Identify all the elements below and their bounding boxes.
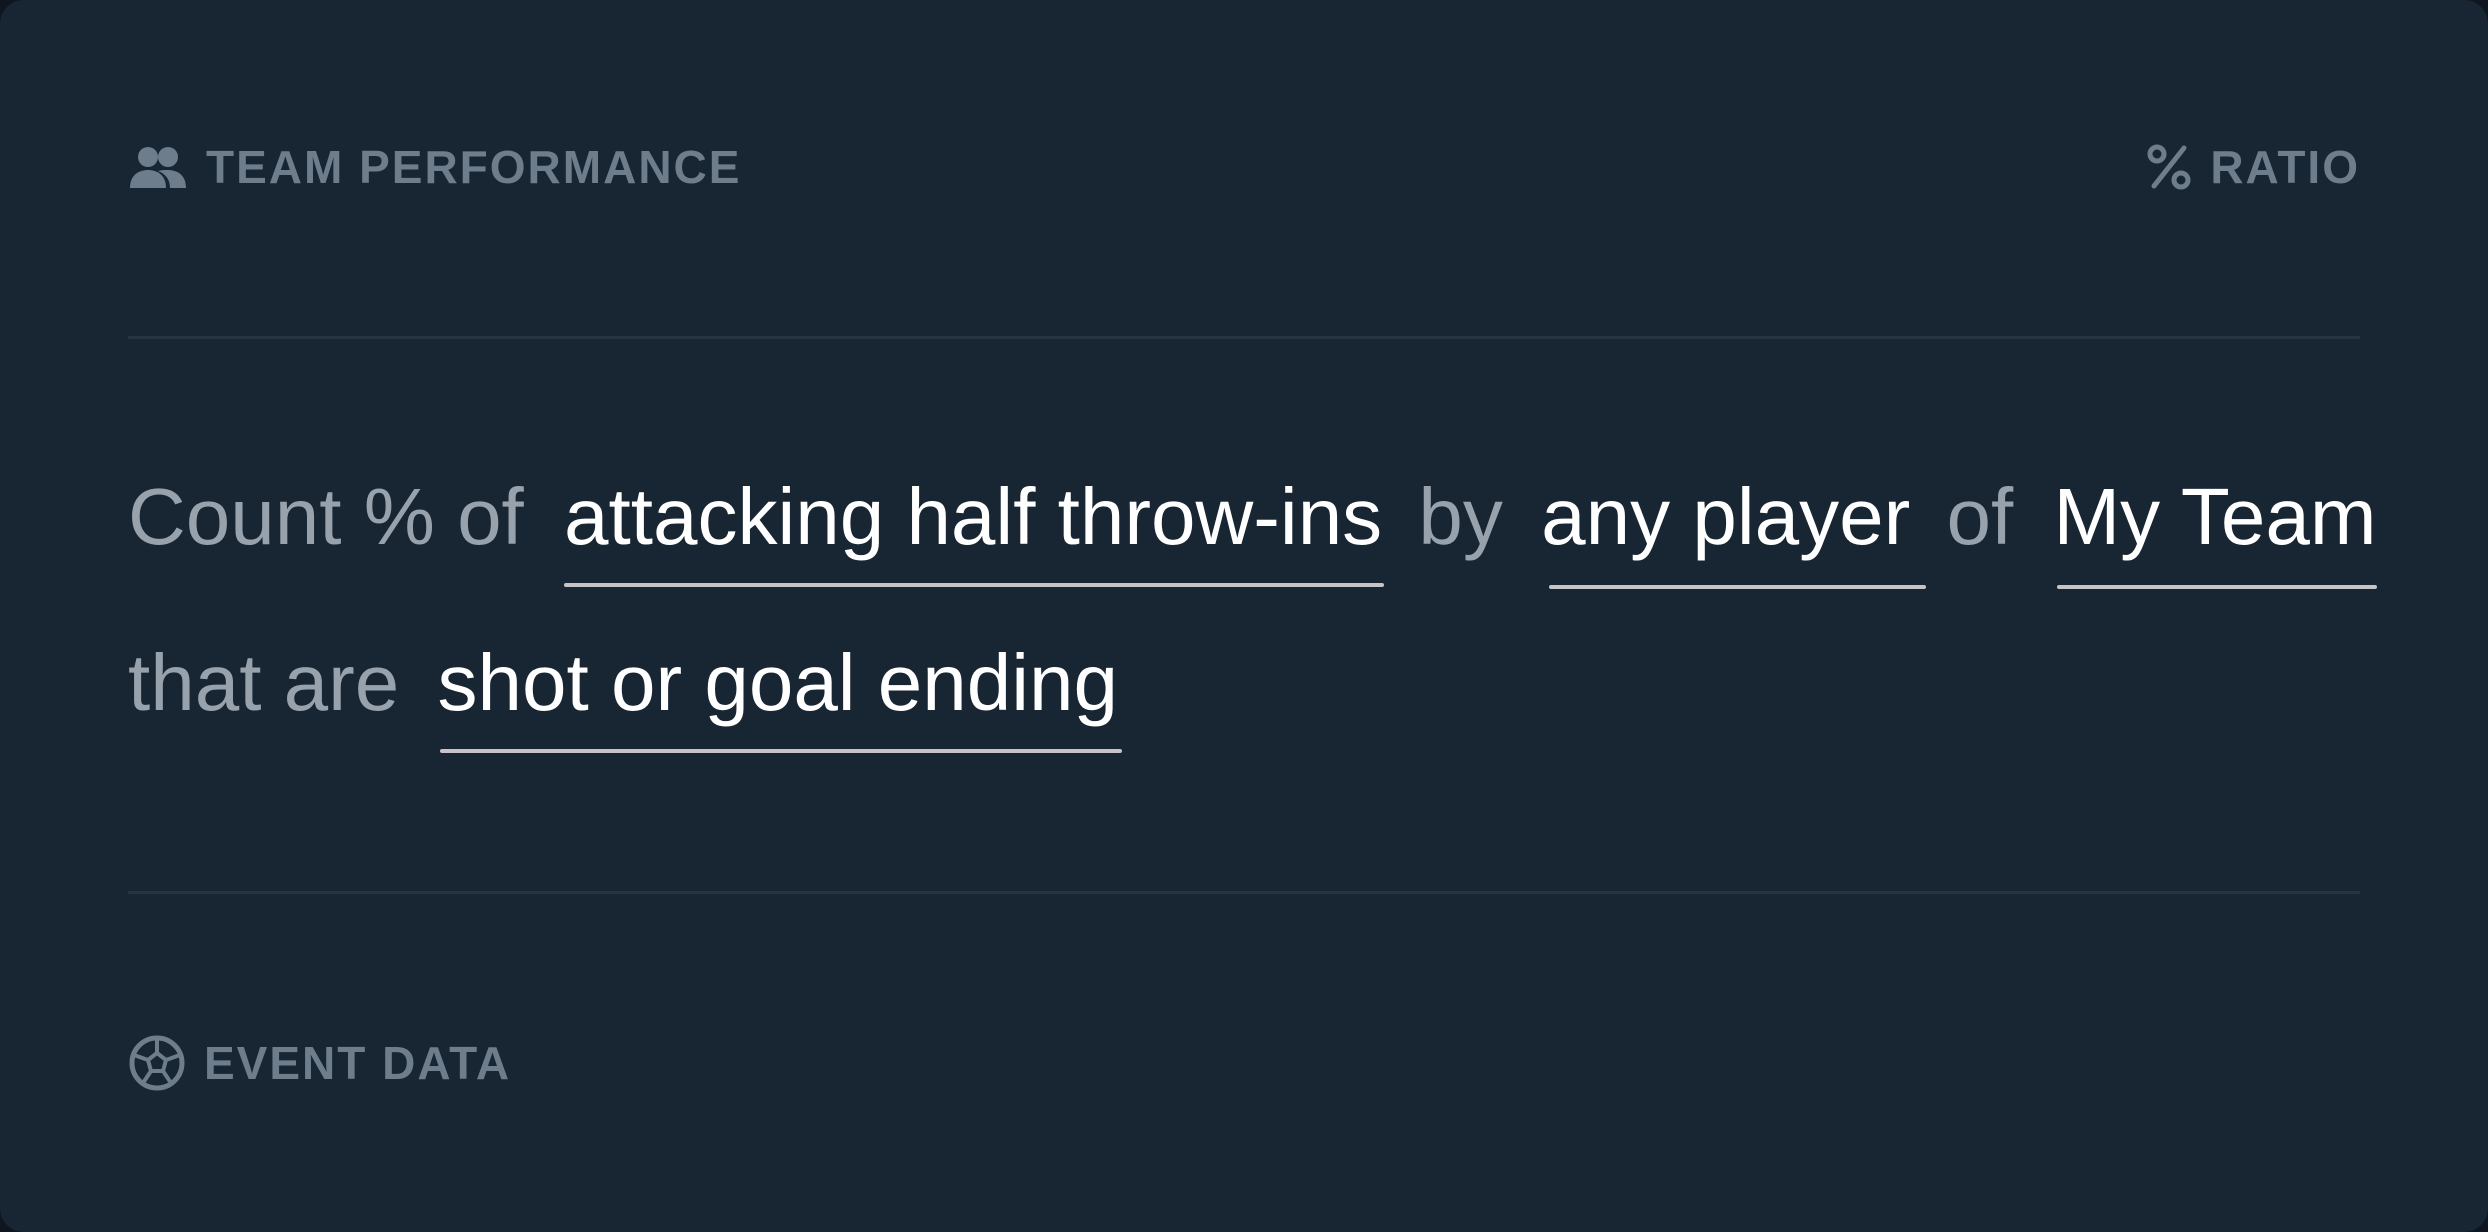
card-footer: EVENT DATA xyxy=(128,1034,511,1092)
outcome-selector[interactable]: shot or goal ending xyxy=(438,643,1123,753)
sentence-line-1: Count % of attacking half throw-ins by a… xyxy=(128,434,2377,600)
event-type-underline xyxy=(564,583,1385,587)
sentence-text-of: of xyxy=(1946,472,2014,561)
category-label-text: TEAM PERFORMANCE xyxy=(206,141,742,193)
card-header: TEAM PERFORMANCE RATIO xyxy=(128,140,2360,194)
outcome-underline xyxy=(439,749,1123,753)
category-label: TEAM PERFORMANCE xyxy=(128,140,741,194)
team-underline xyxy=(2057,585,2377,589)
player-selector[interactable]: any player xyxy=(1541,477,1927,589)
metric-type-label-text: RATIO xyxy=(2210,141,2360,193)
metric-type-label: RATIO xyxy=(2146,140,2360,194)
event-type-selector[interactable]: attacking half throw-ins xyxy=(564,477,1385,587)
query-sentence: Count % of attacking half throw-ins by a… xyxy=(128,468,2377,766)
player-value: any player xyxy=(1541,472,1911,561)
sentence-line-2: that are shot or goal ending xyxy=(128,600,2360,766)
data-source-label: EVENT DATA xyxy=(128,1034,511,1092)
event-type-value: attacking half throw-ins xyxy=(564,472,1383,561)
outcome-value: shot or goal ending xyxy=(437,638,1119,727)
sentence-text-by: by xyxy=(1418,472,1503,561)
team-value: My Team xyxy=(2053,472,2377,561)
data-source-label-text: EVENT DATA xyxy=(204,1037,512,1089)
team-selector[interactable]: My Team xyxy=(2053,477,2377,589)
query-card: TEAM PERFORMANCE RATIO Count % of attack… xyxy=(0,0,2488,1232)
divider-bottom xyxy=(128,891,2360,894)
player-underline xyxy=(1549,585,1927,589)
sentence-text-count-of: Count % of xyxy=(128,472,524,561)
soccer-ball-icon xyxy=(128,1034,186,1092)
people-icon xyxy=(128,144,188,190)
divider-top xyxy=(128,336,2360,339)
percent-icon xyxy=(2146,144,2192,190)
sentence-text-that-are: that are xyxy=(128,638,400,727)
